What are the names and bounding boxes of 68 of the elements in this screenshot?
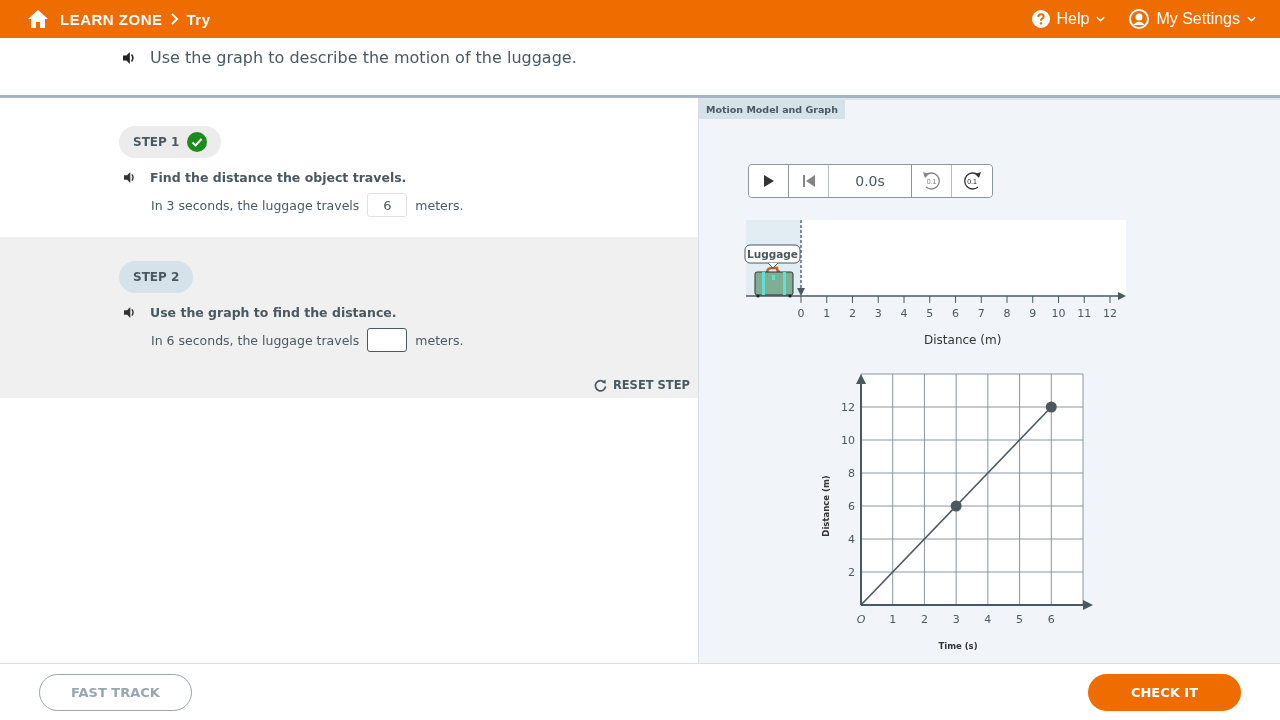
answer-field[interactable]: 6: [367, 193, 408, 217]
fast-track-button[interactable]: FAST TRACK: [39, 673, 192, 711]
tick-label: 2: [849, 307, 856, 320]
forward-icon: [961, 171, 983, 191]
tick-label: 4: [848, 533, 855, 546]
tick-label: 11: [1077, 307, 1092, 320]
caret-icon: [1096, 16, 1106, 22]
reset-icon: [593, 378, 607, 392]
question-prompt: Use the graph to describe the motion of the luggage.: [150, 48, 577, 67]
tick-label: 9: [1029, 307, 1037, 320]
tick-label: 12: [841, 401, 855, 414]
tick-label: 4: [900, 307, 908, 320]
axis-label: Distance (m): [821, 475, 831, 537]
tick-label: 12: [1103, 307, 1117, 320]
speaker-icon[interactable]: [123, 172, 136, 183]
tick-label: 6: [952, 307, 959, 320]
tick-label: 5: [926, 307, 934, 320]
tick-label: 10: [1051, 307, 1066, 320]
tick-label: 10: [841, 434, 855, 447]
rewind-icon: [920, 171, 943, 191]
object-label: Luggage: [744, 244, 801, 269]
caret-icon: [1247, 16, 1256, 22]
chevron-icon: [170, 13, 179, 25]
tick-label: 6: [848, 500, 855, 513]
tick-label: 8: [1003, 307, 1011, 320]
tick-label: 1: [823, 307, 831, 320]
menu-button[interactable]: My Settings: [1129, 9, 1256, 29]
check-icon: [187, 132, 208, 152]
help-icon: [1031, 10, 1050, 28]
tick-label: 6: [1047, 613, 1055, 626]
answer-unit: meters.: [415, 197, 464, 213]
play-icon: [763, 175, 774, 187]
menu-button[interactable]: Help: [1031, 10, 1106, 28]
tick-label: 7: [977, 307, 985, 320]
tick-label: 2: [920, 613, 928, 626]
check-button[interactable]: CHECK IT: [1088, 673, 1241, 711]
play-button[interactable]: [749, 165, 789, 197]
answer-sentence: In 3 seconds, the luggage travels: [151, 197, 360, 213]
data-point: [1045, 401, 1057, 413]
tick-label: 1: [889, 613, 897, 626]
tick-label: 0: [797, 307, 805, 320]
axis-label: Time (s): [938, 641, 978, 651]
tick-label: 4: [984, 613, 992, 626]
speaker-icon[interactable]: [122, 52, 136, 64]
tick-label: 5: [1016, 613, 1024, 626]
step-badge: STEP 1: [119, 126, 222, 158]
data-point: [950, 500, 962, 512]
answer-unit: meters.: [415, 332, 464, 348]
axis-label: Distance (m): [924, 333, 1002, 347]
answer-sentence: In 6 seconds, the luggage travels: [151, 332, 360, 348]
step-instruction: Find the distance the object travels.: [150, 170, 407, 185]
person-icon: [1129, 9, 1150, 29]
time-readout: 0.0s: [829, 165, 912, 197]
speaker-icon[interactable]: [123, 307, 136, 318]
answer-field[interactable]: [367, 328, 408, 352]
step-instruction: Use the graph to find the distance.: [150, 305, 397, 320]
skip-back-icon: [802, 175, 815, 187]
tick-label: O: [856, 613, 866, 626]
tick-label: 3: [952, 613, 960, 626]
breadcrumb-link[interactable]: Try: [186, 10, 211, 28]
tick-label: 2: [848, 566, 855, 579]
reset-step-button[interactable]: RESET STEP: [593, 378, 690, 392]
home-icon[interactable]: [28, 10, 48, 28]
tick-label: 3: [874, 307, 882, 320]
suitcase-icon: [754, 266, 794, 298]
breadcrumb-link[interactable]: LEARN ZONE: [60, 10, 163, 28]
tick-label: 8: [848, 467, 855, 480]
step-badge: STEP 2: [119, 261, 194, 293]
